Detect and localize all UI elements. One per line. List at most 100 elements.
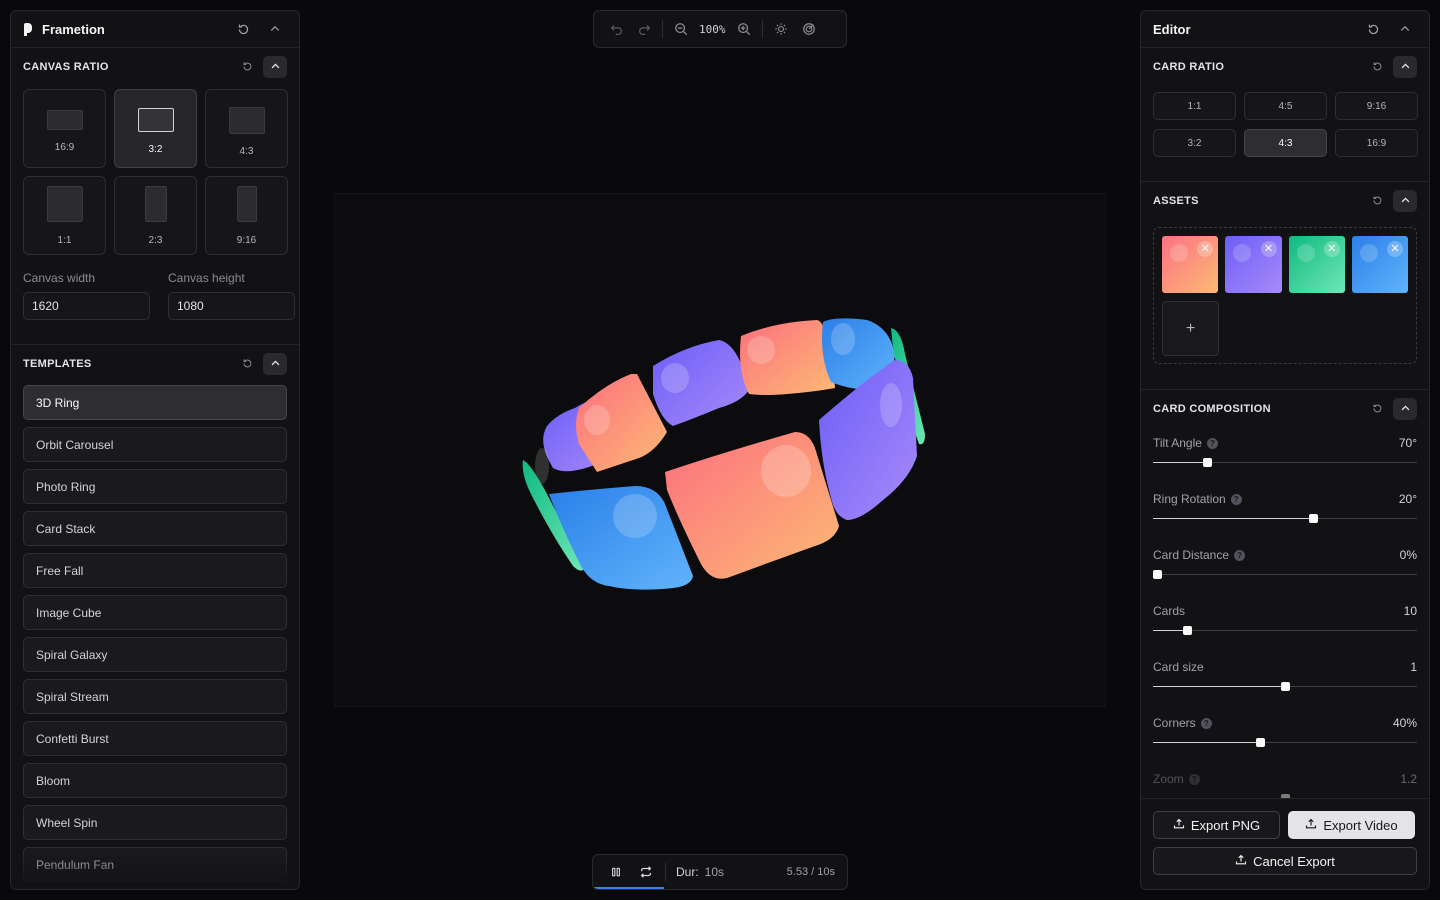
remove-asset-icon[interactable]: ✕ bbox=[1260, 241, 1277, 257]
canvas-height-input[interactable] bbox=[168, 292, 295, 320]
remove-asset-icon[interactable]: ✕ bbox=[1387, 241, 1403, 257]
chevron-up-icon[interactable] bbox=[1393, 17, 1417, 41]
remove-asset-icon[interactable]: ✕ bbox=[1323, 241, 1340, 257]
assets-dropzone[interactable]: ✕ ✕ ✕ ✕ + bbox=[1153, 227, 1417, 364]
card-ratio-9-16[interactable]: 9:16 bbox=[1335, 92, 1418, 120]
help-icon[interactable]: ? bbox=[1206, 437, 1218, 449]
canvas-width-input[interactable] bbox=[23, 292, 150, 320]
card-ratio-4-3[interactable]: 4:3 bbox=[1244, 129, 1327, 157]
template-item[interactable]: Image Cube bbox=[23, 595, 287, 630]
template-item[interactable]: Free Fall bbox=[23, 553, 287, 588]
asset-thumbnail[interactable]: ✕ bbox=[1288, 236, 1345, 293]
composition-sliders: Tilt Angle? 70° Ring Rotation? 20° Card Di… bbox=[1141, 427, 1429, 819]
card-ratio-4-5[interactable]: 4:5 bbox=[1244, 92, 1327, 120]
playback-time: 5.53 / 10s bbox=[786, 866, 835, 878]
slider-track[interactable] bbox=[1153, 682, 1417, 691]
redo-icon[interactable] bbox=[630, 16, 658, 42]
slider-label: Card size bbox=[1153, 660, 1204, 674]
slider-track[interactable] bbox=[1153, 570, 1417, 579]
slider-track[interactable] bbox=[1153, 738, 1417, 747]
editor-title: Editor bbox=[1153, 21, 1191, 37]
asset-thumbnail[interactable]: ✕ bbox=[1351, 236, 1408, 293]
slider-track[interactable] bbox=[1153, 458, 1417, 467]
ratio-shape bbox=[228, 106, 265, 134]
reset-icon[interactable] bbox=[231, 17, 255, 41]
asset-thumbnail[interactable]: ✕ bbox=[1225, 236, 1282, 293]
export-png-button[interactable]: Export PNG bbox=[1153, 811, 1280, 839]
reset-icon[interactable] bbox=[1367, 399, 1387, 419]
card-ratio-1-1[interactable]: 1:1 bbox=[1153, 92, 1236, 120]
canvas-ratio-3-2[interactable]: 3:2 bbox=[114, 89, 197, 168]
left-panel-header: Frametion bbox=[11, 11, 299, 48]
slider-fill bbox=[1153, 630, 1188, 631]
template-item[interactable]: Confetti Burst bbox=[23, 721, 287, 756]
cancel-export-button[interactable]: Cancel Export bbox=[1153, 847, 1417, 875]
card-ratio-title: CARD RATIO bbox=[1153, 60, 1225, 73]
reset-icon[interactable] bbox=[237, 57, 257, 77]
template-item[interactable]: Wheel Spin bbox=[23, 805, 287, 840]
help-icon[interactable]: ? bbox=[1234, 549, 1246, 561]
chevron-up-icon[interactable] bbox=[263, 17, 287, 41]
loop-icon[interactable] bbox=[635, 861, 657, 883]
slider-thumb[interactable] bbox=[1153, 570, 1162, 579]
collapse-button[interactable] bbox=[1393, 55, 1417, 78]
template-item[interactable]: 3D Ring bbox=[23, 385, 287, 420]
slider-label: Zoom bbox=[1153, 772, 1184, 786]
collapse-button[interactable] bbox=[1393, 189, 1417, 212]
reset-icon[interactable] bbox=[1367, 191, 1387, 211]
pause-icon[interactable] bbox=[605, 861, 627, 883]
undo-icon[interactable] bbox=[602, 16, 630, 42]
template-item[interactable]: Spiral Stream bbox=[23, 679, 287, 714]
canvas-ratio-1-1[interactable]: 1:1 bbox=[23, 176, 106, 255]
template-item[interactable]: Photo Ring bbox=[23, 469, 287, 504]
reset-icon[interactable] bbox=[237, 354, 257, 374]
ratio-label: 2:3 bbox=[148, 234, 163, 246]
templates-list: 3D Ring Orbit Carousel Photo Ring Card S… bbox=[11, 382, 299, 882]
zoom-in-icon[interactable] bbox=[730, 16, 758, 42]
slider-corners: Corners? 40% bbox=[1141, 707, 1429, 763]
card-composition-title: CARD COMPOSITION bbox=[1153, 402, 1271, 415]
card-ratio-16-9[interactable]: 16:9 bbox=[1335, 129, 1418, 157]
canvas-ratio-4-3[interactable]: 4:3 bbox=[205, 89, 288, 168]
asset-thumbnail[interactable]: ✕ bbox=[1162, 236, 1219, 293]
template-item[interactable]: Pendulum Fan bbox=[23, 847, 287, 882]
slider-thumb[interactable] bbox=[1308, 514, 1318, 523]
sun-icon[interactable] bbox=[767, 16, 795, 42]
slider-track[interactable] bbox=[1153, 514, 1417, 523]
frametion-logo-icon bbox=[23, 22, 35, 36]
canvas-ratio-2-3[interactable]: 2:3 bbox=[114, 176, 197, 255]
collapse-button[interactable] bbox=[1393, 397, 1417, 420]
canvas-ratio-9-16[interactable]: 9:16 bbox=[205, 176, 288, 255]
preview-canvas[interactable] bbox=[334, 193, 1106, 707]
playback-progress[interactable] bbox=[593, 887, 664, 889]
help-icon[interactable]: ? bbox=[1200, 717, 1212, 729]
reset-icon[interactable] bbox=[1367, 57, 1387, 77]
collapse-button[interactable] bbox=[263, 55, 287, 78]
canvas-ratio-16-9[interactable]: 16:9 bbox=[23, 89, 106, 168]
asset-blob bbox=[1296, 244, 1315, 262]
collapse-button[interactable] bbox=[263, 352, 287, 375]
target-icon[interactable] bbox=[795, 16, 823, 42]
slider-thumb[interactable] bbox=[1183, 626, 1193, 635]
card-ratio-3-2[interactable]: 3:2 bbox=[1153, 129, 1236, 157]
slider-label: Corners bbox=[1153, 716, 1196, 730]
template-item[interactable]: Bloom bbox=[23, 763, 287, 798]
reset-icon[interactable] bbox=[1361, 17, 1385, 41]
duration-control[interactable]: Dur: 10s bbox=[676, 865, 724, 879]
template-item[interactable]: Card Stack bbox=[23, 511, 287, 546]
template-item[interactable]: Spiral Galaxy bbox=[23, 637, 287, 672]
slider-track[interactable] bbox=[1153, 626, 1417, 635]
slider-label: Ring Rotation bbox=[1153, 492, 1226, 506]
add-asset-button[interactable]: + bbox=[1162, 301, 1219, 356]
slider-thumb[interactable] bbox=[1255, 738, 1265, 747]
export-video-button[interactable]: Export Video bbox=[1288, 811, 1415, 839]
help-icon[interactable]: ? bbox=[1230, 493, 1242, 505]
slider-thumb[interactable] bbox=[1203, 458, 1213, 467]
remove-asset-icon[interactable]: ✕ bbox=[1197, 241, 1214, 257]
template-item[interactable]: Orbit Carousel bbox=[23, 427, 287, 462]
ratio-shape bbox=[46, 185, 83, 222]
top-toolbar: 100% bbox=[593, 10, 847, 48]
slider-thumb[interactable] bbox=[1281, 682, 1290, 691]
help-icon[interactable]: ? bbox=[1188, 773, 1200, 785]
zoom-out-icon[interactable] bbox=[667, 16, 695, 42]
